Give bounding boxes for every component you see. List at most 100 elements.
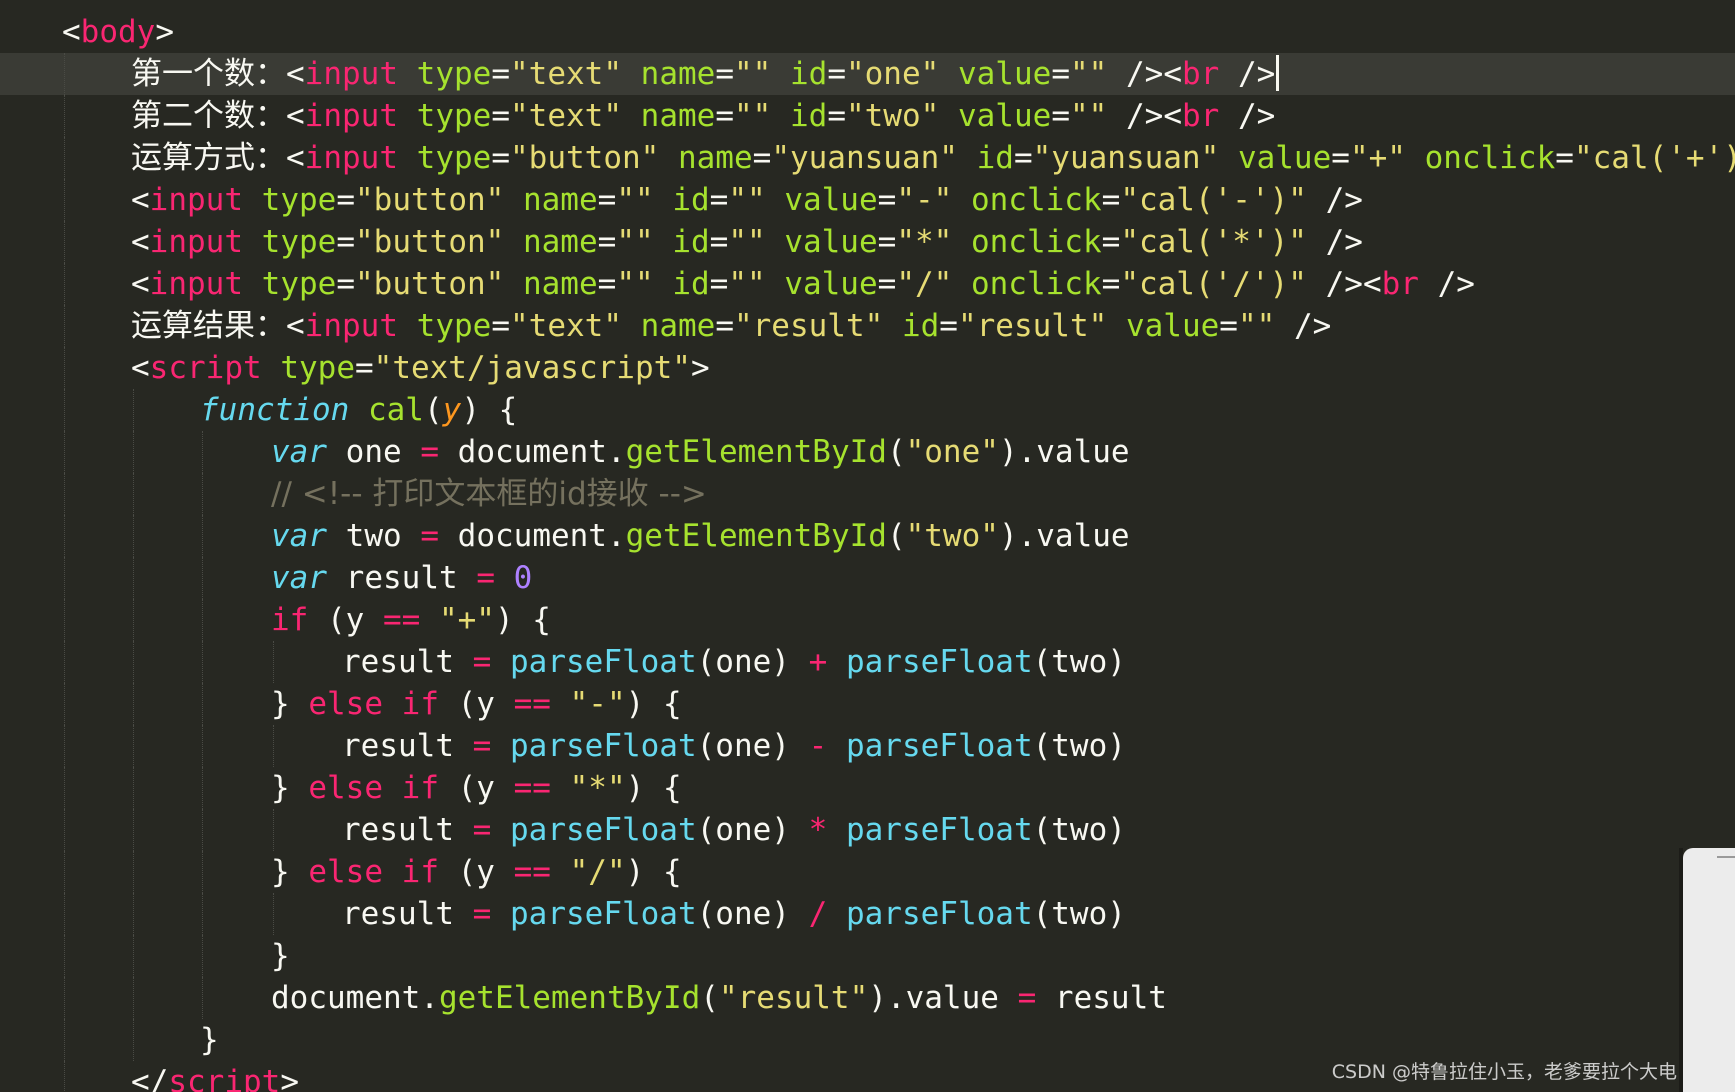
- code-token-punc: =: [597, 182, 617, 218]
- code-line[interactable]: 运算结果：<input type="text" name="result" id…: [0, 305, 1735, 347]
- indent-guide: [133, 725, 134, 767]
- code-token-var: (y: [308, 602, 383, 638]
- code-line[interactable]: <input type="button" name="" id="" value…: [0, 221, 1735, 263]
- code-line[interactable]: // <!-- 打印文本框的id接收 -->: [0, 473, 1735, 515]
- code-token-str: "button": [355, 224, 505, 260]
- code-token-var: (one): [696, 812, 809, 848]
- code-token-punc: [622, 308, 641, 344]
- indent-guide: [64, 767, 65, 809]
- code-token-str: "result": [733, 308, 884, 344]
- code-token-var: [491, 812, 510, 848]
- code-line[interactable]: 第一个数：<input type="text" name="" id="one"…: [0, 53, 1735, 95]
- code-token-entity: getElementById: [625, 434, 887, 470]
- code-token-storage: var: [271, 518, 327, 554]
- code-line[interactable]: } else if (y == "-") {: [0, 683, 1735, 725]
- code-token-var: ).value: [998, 518, 1130, 554]
- code-token-attr: name: [640, 56, 716, 92]
- code-token-var: (y: [438, 686, 514, 722]
- indent-guide: [64, 599, 65, 641]
- code-token-var: two: [327, 518, 421, 554]
- indent-guide: [133, 599, 134, 641]
- code-token-num: 0: [513, 560, 533, 596]
- code-content: var result = 0: [271, 557, 532, 599]
- code-token-punc: [504, 182, 523, 218]
- code-token-punc: />: [1418, 266, 1475, 302]
- code-token-punc: [243, 224, 262, 260]
- code-token-punc: <: [131, 224, 150, 260]
- code-token-str: "/": [569, 854, 626, 890]
- indent-guide: [133, 977, 134, 1019]
- code-token-punc: ) {: [625, 854, 682, 890]
- code-content: } else if (y == "/") {: [271, 851, 682, 893]
- code-token-punc: />: [1219, 56, 1276, 92]
- code-token-punc: =: [709, 266, 729, 302]
- indent-guide: [273, 641, 274, 683]
- code-token-str: "text": [510, 56, 622, 92]
- code-line[interactable]: <script type="text/javascript">: [0, 347, 1735, 389]
- indent-guide: [133, 431, 134, 473]
- indent-guide: [64, 641, 65, 683]
- indent-guide: [64, 515, 65, 557]
- code-token-punc: [349, 392, 368, 428]
- code-token-punc: <: [286, 56, 305, 92]
- code-token-punc: =: [715, 56, 734, 92]
- code-token-var: (one): [696, 896, 809, 932]
- code-token-var: (one): [696, 728, 809, 764]
- code-line[interactable]: 运算方式：<input type="button" name="yuansuan…: [0, 137, 1735, 179]
- side-panel[interactable]: [1683, 848, 1735, 1092]
- code-token-punc: [952, 266, 971, 302]
- code-line[interactable]: var result = 0: [0, 557, 1735, 599]
- code-token-param: y: [442, 392, 462, 428]
- code-token-attr: id: [672, 224, 710, 260]
- code-line[interactable]: var one = document.getElementById("one")…: [0, 431, 1735, 473]
- indent-guide: [64, 179, 65, 221]
- code-line[interactable]: function cal(y) {: [0, 389, 1735, 431]
- code-token-punc: =: [491, 56, 510, 92]
- code-token-punc: [952, 182, 971, 218]
- code-line[interactable]: result = parseFloat(one) + parseFloat(tw…: [0, 641, 1735, 683]
- code-line[interactable]: <input type="button" name="" id="" value…: [0, 179, 1735, 221]
- code-content: // <!-- 打印文本框的id接收 -->: [271, 473, 707, 515]
- code-token-var: document.: [439, 434, 626, 470]
- code-token-attr: type: [261, 224, 337, 260]
- code-token-text: 运算结果：: [131, 308, 286, 344]
- code-token-punc: =: [336, 224, 355, 260]
- code-token-str: "yuansuan": [771, 140, 958, 176]
- code-token-comment: // <!-- 打印文本框的id接收 -->: [271, 476, 707, 512]
- code-line[interactable]: } else if (y == "/") {: [0, 851, 1735, 893]
- code-line[interactable]: <input type="button" name="" id="" value…: [0, 263, 1735, 305]
- text-cursor: [1276, 55, 1280, 91]
- code-token-op: =: [1017, 980, 1037, 1016]
- code-token-punc: =: [939, 308, 958, 344]
- indent-guide: [133, 935, 134, 977]
- code-token-attr: value: [784, 224, 878, 260]
- code-token-tag: body: [80, 14, 156, 50]
- code-token-punc: [883, 308, 902, 344]
- indent-guide: [133, 641, 134, 683]
- indent-guide: [202, 515, 203, 557]
- csdn-watermark: CSDN @特鲁拉住小玉，老爹要拉个大电: [1331, 1061, 1677, 1083]
- code-token-var: (y: [438, 770, 514, 806]
- code-token-storage: var: [271, 434, 327, 470]
- code-content: <body>: [62, 11, 174, 53]
- code-token-tag: input: [149, 182, 243, 218]
- code-editor[interactable]: <body> 第一个数：<input type="text" name="" id…: [0, 0, 1735, 1092]
- code-token-attr: id: [789, 56, 828, 92]
- code-token-attr: type: [416, 140, 492, 176]
- code-line[interactable]: result = parseFloat(one) * parseFloat(tw…: [0, 809, 1735, 851]
- indent-guide: [64, 1061, 65, 1092]
- code-line[interactable]: 第二个数：<input type="text" name="" id="two"…: [0, 95, 1735, 137]
- code-line[interactable]: document.getElementById("result").value …: [0, 977, 1735, 1019]
- indent-guide: [133, 515, 134, 557]
- code-line[interactable]: if (y == "+") {: [0, 599, 1735, 641]
- code-line[interactable]: <body>: [0, 11, 1735, 53]
- code-line[interactable]: }: [0, 1019, 1735, 1061]
- indent-guide: [202, 977, 203, 1019]
- code-line[interactable]: } else if (y == "*") {: [0, 767, 1735, 809]
- code-line[interactable]: result = parseFloat(one) / parseFloat(tw…: [0, 893, 1735, 935]
- code-line[interactable]: var two = document.getElementById("two")…: [0, 515, 1735, 557]
- code-content: </script>: [131, 1061, 299, 1092]
- code-line[interactable]: result = parseFloat(one) - parseFloat(tw…: [0, 725, 1735, 767]
- code-line[interactable]: }: [0, 935, 1735, 977]
- code-token-punc: <: [131, 350, 150, 386]
